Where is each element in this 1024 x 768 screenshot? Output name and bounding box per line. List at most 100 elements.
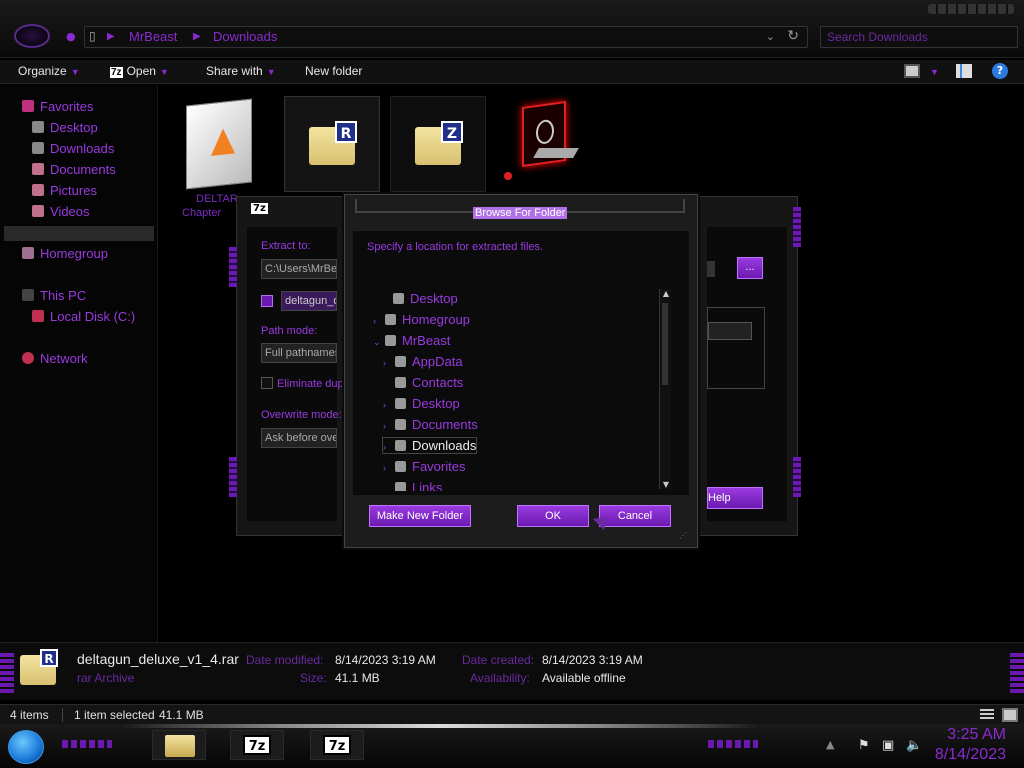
eliminate-duplicates-checkbox[interactable] bbox=[261, 377, 273, 389]
decor-glow bbox=[793, 207, 801, 247]
sidebar-item-downloads[interactable]: Downloads bbox=[32, 141, 114, 156]
show-hidden-icons-icon[interactable]: ▲ bbox=[826, 738, 834, 751]
search-input[interactable]: Search Downloads bbox=[820, 26, 1018, 48]
help-button[interactable]: Help bbox=[707, 487, 763, 509]
sidebar-item-favorites[interactable]: Favorites bbox=[22, 99, 93, 114]
folder-icon bbox=[395, 419, 406, 430]
sidebar-item-homegroup[interactable]: Homegroup bbox=[22, 246, 108, 261]
large-icons-view-icon[interactable] bbox=[1002, 708, 1018, 722]
address-dropdown-icon[interactable]: ⌄ bbox=[766, 30, 775, 43]
folder-tree[interactable]: Desktop › Homegroup ⌄ MrBeast › AppData Contact… bbox=[373, 287, 673, 491]
sidebar-item-pictures[interactable]: Pictures bbox=[32, 183, 97, 198]
tree-item[interactable]: Contacts bbox=[383, 375, 463, 390]
organize-button[interactable]: Organize ▼ bbox=[18, 64, 80, 78]
help-icon[interactable]: ? bbox=[992, 63, 1008, 79]
make-new-folder-button[interactable]: Make New Folder bbox=[369, 505, 471, 527]
archive-name-field[interactable]: deltagun_d bbox=[281, 291, 337, 311]
file-item-alienware[interactable] bbox=[496, 96, 592, 192]
window-controls[interactable] bbox=[928, 4, 1014, 14]
decor-glow bbox=[708, 740, 758, 748]
archive-checkbox[interactable] bbox=[261, 295, 273, 307]
tree-item[interactable]: › Favorites bbox=[383, 459, 465, 474]
selected-highlight bbox=[4, 226, 154, 241]
scroll-up-icon[interactable]: ▲ bbox=[660, 289, 672, 298]
file-item-rar[interactable]: R bbox=[284, 96, 380, 192]
sidebar-label: Network bbox=[40, 351, 88, 366]
taskbar-file-explorer[interactable] bbox=[152, 730, 206, 760]
expand-arrow-icon[interactable]: › bbox=[373, 316, 383, 326]
ok-button[interactable]: OK bbox=[517, 505, 589, 527]
tree-item[interactable]: Links bbox=[383, 480, 442, 491]
clock-time[interactable]: 3:25 AM bbox=[947, 726, 1006, 744]
action-center-flag-icon[interactable]: ⚑ bbox=[858, 738, 870, 753]
rar-badge-icon: R bbox=[40, 649, 58, 667]
tree-item[interactable]: Desktop bbox=[381, 291, 458, 306]
breadcrumb-downloads[interactable]: Downloads bbox=[213, 29, 277, 44]
parameters-box bbox=[707, 307, 765, 389]
expand-arrow-icon[interactable]: › bbox=[383, 400, 393, 410]
tree-item[interactable]: › Documents bbox=[383, 417, 478, 432]
sidebar-item-network[interactable]: Network bbox=[22, 351, 88, 366]
tree-item-label: Downloads bbox=[412, 438, 477, 453]
tree-scrollbar[interactable]: ▲ ▼ bbox=[659, 289, 671, 489]
path-dropdown-icon[interactable] bbox=[707, 261, 715, 277]
share-with-button[interactable]: Share with ▼ bbox=[206, 64, 276, 78]
change-view-icon[interactable] bbox=[904, 64, 920, 78]
volume-icon[interactable]: 🔈 bbox=[906, 738, 922, 753]
recent-locations-icon[interactable]: ● bbox=[66, 30, 76, 43]
alien-head-icon bbox=[536, 118, 554, 146]
tree-item-label: Links bbox=[412, 480, 443, 491]
scroll-thumb[interactable] bbox=[662, 303, 668, 385]
taskbar-7zip-2[interactable]: 7z bbox=[310, 730, 364, 760]
tree-item[interactable]: › Homegroup bbox=[373, 312, 470, 327]
open-button[interactable]: 7z Open ▼ bbox=[110, 64, 169, 78]
file-item-7z[interactable]: Z bbox=[390, 96, 486, 192]
taskbar-7zip-1[interactable]: 7z bbox=[230, 730, 284, 760]
clock-date[interactable]: 8/14/2023 bbox=[935, 746, 1006, 764]
sidebar-item-desktop[interactable]: Desktop bbox=[32, 120, 98, 135]
new-folder-button[interactable]: New folder bbox=[305, 64, 362, 78]
expand-arrow-icon[interactable]: › bbox=[383, 421, 393, 431]
resize-grip-icon[interactable]: ⋰ bbox=[679, 531, 687, 540]
expand-arrow-icon[interactable]: ⌄ bbox=[373, 337, 383, 348]
dialog-title: Browse For Folder bbox=[473, 207, 568, 219]
availability-value: Available offline bbox=[542, 671, 626, 685]
preview-pane-icon[interactable] bbox=[956, 64, 972, 78]
expand-arrow-icon[interactable]: › bbox=[383, 463, 393, 473]
expand-arrow-icon[interactable]: › bbox=[383, 358, 393, 368]
details-filename: deltagun_deluxe_v1_4.rar bbox=[77, 651, 239, 667]
sidebar-item-this-pc[interactable]: This PC bbox=[22, 288, 86, 303]
sidebar-label: Pictures bbox=[50, 183, 97, 198]
file-item-deltarune[interactable] bbox=[182, 98, 278, 194]
sidebar-item-local-disk[interactable]: Local Disk (C:) bbox=[32, 309, 135, 324]
scroll-down-icon[interactable]: ▼ bbox=[660, 480, 672, 489]
tree-item[interactable]: ⌄ MrBeast bbox=[373, 333, 450, 348]
sidebar-item-documents[interactable]: Documents bbox=[32, 162, 116, 177]
tree-item[interactable]: › AppData bbox=[383, 354, 463, 369]
tree-item[interactable]: › Desktop bbox=[383, 396, 460, 411]
refresh-icon[interactable]: ↻ bbox=[787, 28, 799, 44]
view-options-button[interactable]: ▼ bbox=[926, 64, 939, 78]
folder-icon bbox=[395, 398, 406, 409]
start-button[interactable] bbox=[8, 730, 44, 764]
sidebar-label: Desktop bbox=[50, 120, 98, 135]
network-tray-icon[interactable]: ▣ bbox=[882, 738, 894, 753]
path-mode-select[interactable]: Full pathnames bbox=[261, 343, 337, 363]
chevron-down-icon: ▼ bbox=[930, 67, 939, 77]
details-view-icon[interactable] bbox=[980, 709, 994, 721]
tree-item-label: AppData bbox=[412, 354, 463, 369]
shortcut-arrow-icon bbox=[504, 172, 512, 180]
size-value: 41.1 MB bbox=[335, 671, 380, 685]
dialog-message: Specify a location for extracted files. bbox=[367, 241, 544, 253]
overwrite-mode-select[interactable]: Ask before ove bbox=[261, 428, 337, 448]
tree-item[interactable]: › Downloads bbox=[381, 437, 478, 454]
breadcrumb-mrbeast[interactable]: MrBeast bbox=[129, 29, 177, 44]
sidebar-item-videos[interactable]: Videos bbox=[32, 204, 90, 219]
password-field[interactable] bbox=[708, 322, 752, 340]
extract-path-field[interactable]: C:\Users\MrBe bbox=[261, 259, 337, 279]
address-bar[interactable]: ▯ ▶ MrBeast ▶ Downloads ⌄ ↻ bbox=[84, 26, 808, 48]
folder-icon bbox=[385, 335, 396, 346]
expand-arrow-icon[interactable]: › bbox=[383, 442, 393, 452]
browse-button[interactable]: ... bbox=[737, 257, 763, 279]
vlc-cone-icon bbox=[211, 127, 235, 156]
